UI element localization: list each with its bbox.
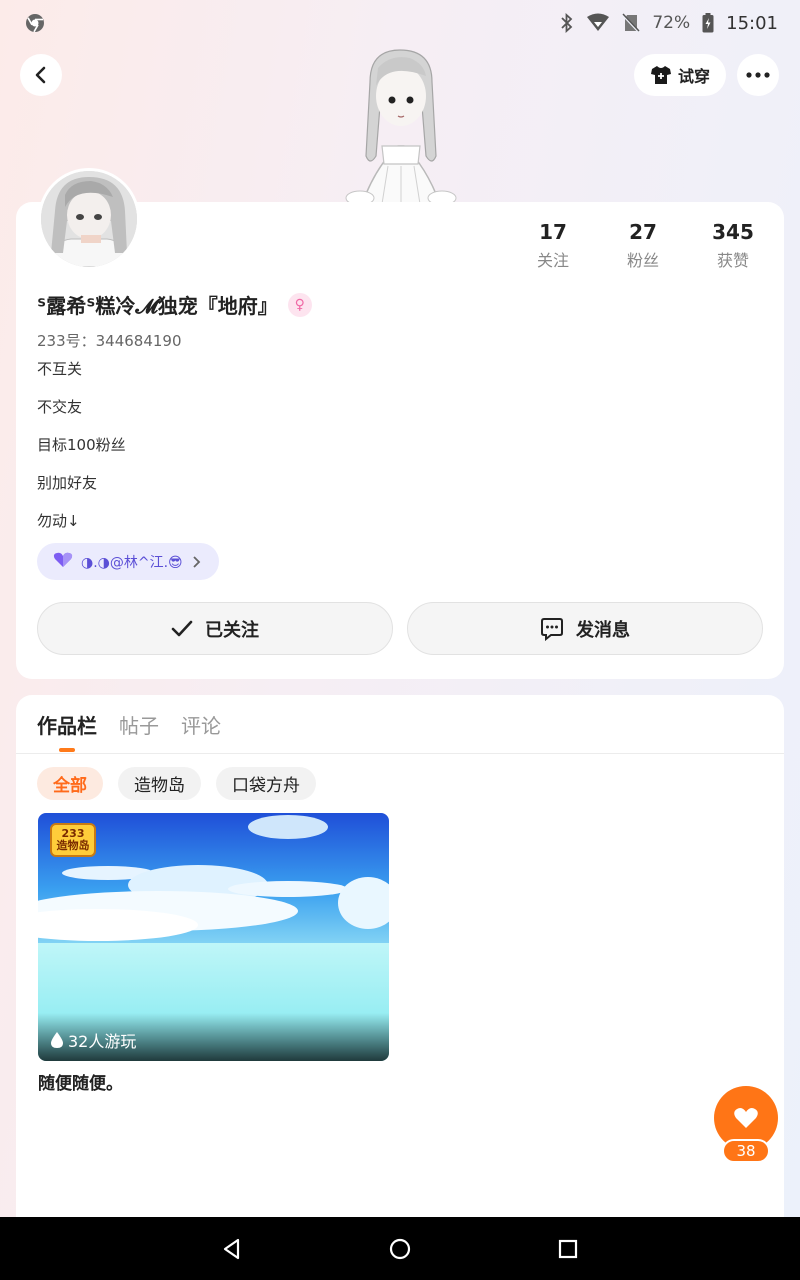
filter-pocket-ark[interactable]: 口袋方舟 bbox=[216, 767, 316, 800]
stat-label: 关注 bbox=[536, 251, 569, 270]
drop-icon bbox=[51, 1032, 63, 1048]
wifi-icon bbox=[587, 13, 610, 31]
female-icon: ♀ bbox=[287, 292, 312, 317]
stat-following[interactable]: 17 关注 bbox=[508, 220, 598, 271]
stat-label: 获赞 bbox=[716, 251, 749, 270]
following-button[interactable]: 已关注 bbox=[37, 602, 393, 655]
status-bar: 72% 15:01 bbox=[0, 0, 800, 46]
works-tabs: 作品栏 帖子 评论 bbox=[37, 710, 221, 739]
more-button[interactable] bbox=[737, 54, 779, 96]
bio-line: 不互关 bbox=[37, 360, 83, 378]
chevron-right-icon bbox=[193, 555, 200, 568]
tab-works[interactable]: 作品栏 bbox=[37, 710, 97, 739]
tab-comments[interactable]: 评论 bbox=[181, 710, 221, 739]
stats-row: 17 关注 27 粉丝 345 获赞 bbox=[508, 220, 778, 271]
more-icon bbox=[746, 72, 770, 78]
divider bbox=[16, 753, 784, 754]
creation-island-logo: 233 造物岛 bbox=[50, 823, 96, 857]
back-button[interactable] bbox=[20, 54, 62, 96]
tab-indicator bbox=[59, 748, 75, 752]
bio-line: 不交友 bbox=[37, 398, 83, 416]
nav-recents-icon[interactable] bbox=[556, 1237, 580, 1261]
send-message-button[interactable]: 发消息 bbox=[407, 602, 763, 655]
message-icon bbox=[541, 617, 563, 641]
stat-likes[interactable]: 345 获赞 bbox=[688, 220, 778, 271]
avatar[interactable] bbox=[38, 168, 140, 270]
shirt-icon bbox=[650, 66, 671, 84]
like-count: 38 bbox=[722, 1139, 770, 1163]
system-nav-bar bbox=[0, 1217, 800, 1280]
no-sim-icon bbox=[622, 13, 641, 33]
filter-chips: 全部 造物岛 口袋方舟 bbox=[37, 767, 316, 800]
stat-value: 345 bbox=[712, 220, 754, 244]
following-label: 已关注 bbox=[205, 619, 259, 641]
check-icon bbox=[171, 620, 193, 636]
chrome-icon bbox=[26, 14, 44, 33]
work-title[interactable]: 随便随便。 bbox=[38, 1069, 123, 1094]
filter-all[interactable]: 全部 bbox=[37, 767, 103, 800]
clock: 15:01 bbox=[726, 12, 778, 34]
nav-home-icon[interactable] bbox=[388, 1237, 412, 1261]
battery-icon bbox=[702, 13, 714, 33]
try-on-button[interactable]: 试穿 bbox=[634, 54, 726, 96]
nav-back-icon[interactable] bbox=[220, 1237, 244, 1261]
work-plays-label: 32人游玩 bbox=[68, 1032, 137, 1051]
stat-value: 27 bbox=[629, 220, 657, 244]
family-tag[interactable]: ◑.◑@林^江.😎 bbox=[37, 543, 219, 580]
bio-line: 目标100粉丝 bbox=[37, 436, 126, 454]
send-message-label: 发消息 bbox=[576, 619, 630, 641]
bluetooth-icon bbox=[561, 13, 573, 33]
family-tag-label: ◑.◑@林^江.😎 bbox=[81, 554, 183, 571]
logo-bottom: 造物岛 bbox=[56, 839, 90, 852]
back-icon bbox=[35, 66, 46, 84]
stat-value: 17 bbox=[539, 220, 567, 244]
stat-label: 粉丝 bbox=[626, 251, 659, 270]
heart-icon bbox=[734, 1108, 758, 1128]
avatar-3d-figure bbox=[340, 46, 462, 206]
battery-percent: 72% bbox=[652, 13, 691, 33]
heart-icon bbox=[53, 552, 73, 572]
try-on-label: 试穿 bbox=[677, 67, 710, 86]
work-thumbnail[interactable]: 233 造物岛 32人游玩 bbox=[38, 813, 389, 1061]
bio: 不互关 不交友 目标100粉丝 别加好友 勿动↓ bbox=[37, 358, 126, 548]
work-plays: 32人游玩 bbox=[50, 1028, 136, 1052]
nickname-row: ᔆ露希ᔆ糕冷𝓜独宠『地府』 ♀ bbox=[37, 290, 312, 319]
stat-followers[interactable]: 27 粉丝 bbox=[598, 220, 688, 271]
user-id: 233号：344684190 bbox=[37, 332, 182, 350]
filter-creation-island[interactable]: 造物岛 bbox=[118, 767, 201, 800]
bio-line: 别加好友 bbox=[37, 474, 98, 492]
tab-posts[interactable]: 帖子 bbox=[119, 710, 159, 739]
nickname: ᔆ露希ᔆ糕冷𝓜独宠『地府』 bbox=[37, 294, 278, 318]
